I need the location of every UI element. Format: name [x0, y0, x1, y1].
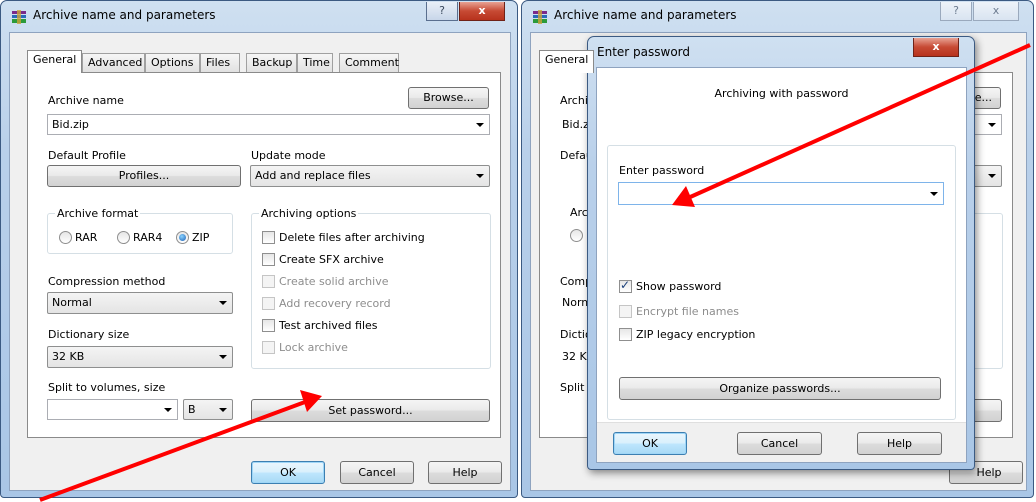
tab-comment[interactable]: Comment [339, 53, 399, 72]
dropdown-arrow-icon [988, 174, 996, 178]
dictionary-size-value: 32 KB [52, 350, 85, 363]
radio-rar4-label: RAR4 [133, 231, 163, 244]
radio-zip[interactable] [176, 231, 189, 244]
archiving-options-group: Archiving options Delete files after arc… [251, 207, 491, 369]
split-unit-value: B [188, 403, 196, 416]
show-password-label: Show password [636, 280, 722, 293]
browse-button[interactable]: Browse... [408, 87, 489, 109]
checkmark-icon: ✓ [620, 278, 631, 292]
compression-method-select[interactable]: Normal [47, 292, 233, 314]
radio-rar[interactable] [59, 231, 72, 244]
recovery-record-label: Add recovery record [279, 297, 391, 310]
checkbox-lock-archive [262, 341, 275, 354]
dialog-panel: Archiving with password Enter password ✓… [597, 68, 966, 423]
close-button[interactable]: x [913, 38, 959, 57]
compression-method-label: Compression method [48, 275, 166, 288]
checkbox-test-archived[interactable] [262, 319, 275, 332]
tab-strip: General Advanced Options Files Backup Ti… [27, 50, 427, 73]
checkbox-create-sfx[interactable] [262, 253, 275, 266]
archive-parameters-window: Archive name and parameters ? x General … [0, 0, 518, 498]
tab-files[interactable]: Files [200, 53, 240, 72]
solid-archive-label: Create solid archive [279, 275, 389, 288]
lock-archive-label: Lock archive [279, 341, 348, 354]
delete-files-label: Delete files after archiving [279, 231, 425, 244]
radio-rar-label: RAR [75, 231, 98, 244]
cancel-button[interactable]: Cancel [340, 461, 414, 484]
title-bar[interactable]: Enter password x [588, 37, 974, 67]
close-button[interactable]: x [459, 2, 505, 21]
archive-name-label: Archive name [48, 94, 124, 107]
dropdown-arrow-icon [476, 174, 484, 178]
dropdown-arrow-icon [164, 407, 172, 412]
dictionary-size-label: Dictionary size [48, 328, 130, 341]
ok-button[interactable]: OK [613, 432, 687, 455]
window-title: Archive name and parameters [33, 8, 216, 22]
archive-format-group: Archive format RAR RAR4 ZIP [47, 207, 233, 254]
password-input[interactable] [618, 182, 944, 205]
zip-legacy-label: ZIP legacy encryption [636, 328, 756, 341]
create-sfx-label: Create SFX archive [279, 253, 384, 266]
dropdown-arrow-icon [476, 122, 484, 127]
profiles-button[interactable]: Profiles... [47, 165, 241, 187]
archive-name-value: Bid.zip [52, 118, 89, 131]
update-mode-select[interactable]: Add and replace files [250, 165, 490, 187]
archiving-options-label: Archiving options [259, 207, 359, 220]
window-title: Archive name and parameters [554, 8, 737, 22]
partial-label: Bid.z [562, 118, 589, 131]
split-size-combo[interactable] [47, 399, 178, 420]
dialog-client-area: Archiving with password Enter password ✓… [596, 67, 967, 463]
test-archived-label: Test archived files [279, 319, 378, 332]
tab-backup[interactable]: Backup [246, 53, 297, 72]
checkbox-encrypt-file-names [619, 305, 632, 318]
checkbox-show-password[interactable]: ✓ [619, 278, 632, 293]
tab-advanced[interactable]: Advanced [82, 53, 145, 72]
update-mode-value: Add and replace files [255, 169, 371, 182]
dropdown-arrow-icon [219, 355, 227, 359]
set-password-button[interactable]: Set password... [251, 399, 490, 422]
winrar-icon [12, 10, 26, 24]
dialog-client-area: General Advanced Options Files Backup Ti… [9, 32, 511, 491]
enter-password-dialog: Enter password x Archiving with password… [587, 36, 975, 470]
help-caption-button[interactable]: ? [940, 2, 972, 21]
radio-zip-label: ZIP [192, 231, 210, 244]
help-caption-button[interactable]: ? [426, 2, 458, 21]
compression-method-value: Normal [52, 296, 92, 309]
general-tab-pane: Archive name Browse... Bid.zip Default P… [27, 72, 501, 438]
close-button[interactable]: x [973, 2, 1019, 21]
checkbox-recovery-record [262, 297, 275, 310]
split-volumes-label: Split to volumes, size [48, 381, 166, 394]
archive-format-label: Archive format [55, 207, 141, 220]
split-unit-select[interactable]: B [183, 399, 233, 420]
dropdown-arrow-icon [219, 407, 227, 412]
radio-rar4[interactable] [117, 231, 130, 244]
dropdown-arrow-icon [930, 191, 938, 196]
winrar-icon [533, 10, 547, 24]
update-mode-label: Update mode [251, 149, 326, 162]
cancel-button[interactable]: Cancel [737, 432, 822, 455]
radio-rar[interactable] [570, 229, 583, 242]
tab-time[interactable]: Time [297, 53, 333, 72]
help-button[interactable]: Help [428, 461, 502, 484]
encrypt-file-names-label: Encrypt file names [636, 305, 739, 318]
ok-button[interactable]: OK [251, 461, 325, 484]
tab-general[interactable]: General [27, 50, 82, 73]
dialog-title: Enter password [597, 45, 690, 59]
help-button[interactable]: Help [857, 432, 942, 455]
title-bar[interactable]: Archive name and parameters ? x [522, 1, 1033, 31]
checkbox-zip-legacy[interactable] [619, 328, 632, 341]
archive-name-combo[interactable]: Bid.zip [47, 114, 490, 135]
organize-passwords-button[interactable]: Organize passwords... [619, 377, 941, 400]
default-profile-label: Default Profile [48, 149, 126, 162]
checkbox-delete-files[interactable] [262, 231, 275, 244]
dropdown-arrow-icon [988, 122, 996, 127]
tab-general[interactable]: General [539, 50, 594, 73]
tab-options[interactable]: Options [145, 53, 200, 72]
dropdown-arrow-icon [219, 301, 227, 305]
title-bar[interactable]: Archive name and parameters ? x [1, 1, 517, 31]
enter-password-label: Enter password [619, 164, 705, 177]
dialog-heading: Archiving with password [714, 87, 849, 100]
dictionary-size-select[interactable]: 32 KB [47, 346, 233, 368]
checkbox-solid-archive [262, 275, 275, 288]
